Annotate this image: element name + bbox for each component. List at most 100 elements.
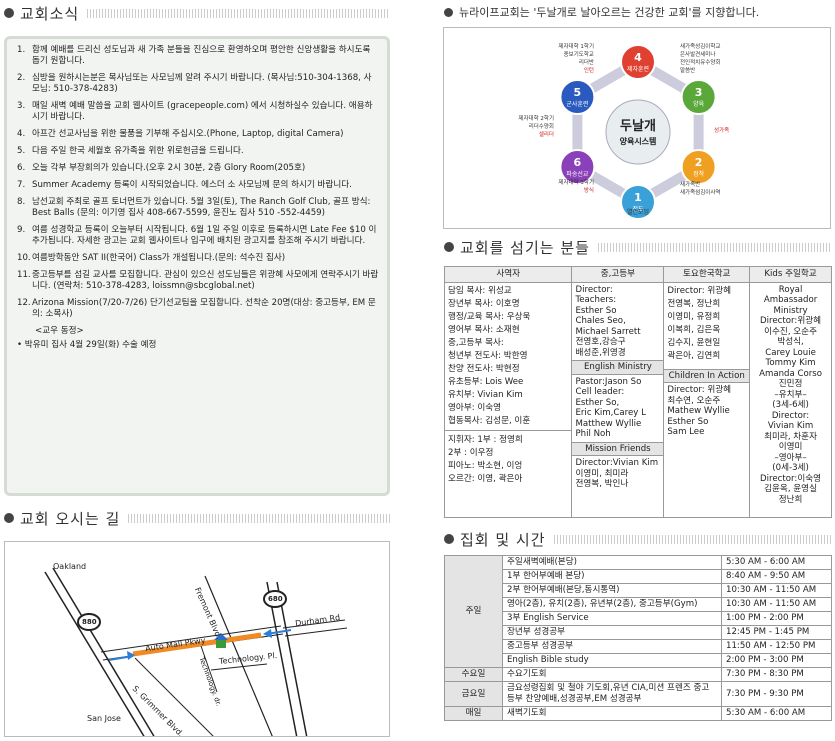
schedule-row: 3부 English Service 1:00 PM - 2:00 PM [445,611,832,626]
staff-header: 사역자 [443,266,573,283]
staff-line: Mathew Wyllie [667,406,730,416]
staff-line: Esther So, [575,397,620,408]
staff-header: 중,고등부 [571,266,665,283]
staff-line: Vivian Kim [767,421,814,431]
bullet-icon [4,8,14,18]
staff-line: 행정/교육 목사: 우상욱 [448,311,531,322]
node-name-4: 제자훈련 [627,65,649,73]
staff-line: 이영미, 최미라 [575,468,629,479]
schedule-time: 8:40 AM - 9:50 AM [721,569,832,584]
staff-line: Esther So [667,416,709,427]
schedule-row: English Bible study 2:00 PM - 3:00 PM [445,653,832,668]
staff-line: Director:위광혜 [760,316,822,326]
staff-line: 이영미 [778,442,803,452]
bullet-icon [444,534,454,544]
staff-line: 진민정 [778,379,803,389]
news-item: 6. 오늘 각부 부장회의가 있습니다.(오후 2시 30분, 2층 Glory … [17,163,379,174]
staff-line: (0세-3세) [772,463,809,473]
directions-heading: 교회 오시는 길 [4,507,390,529]
news-item-text: 다음 주일 한국 세월호 유가족을 위한 위로헌금을 드립니다. [32,146,244,156]
news-item-text: 아프간 선교사님을 위한 물품을 기부해 주십시오.(Phone, Laptop… [32,129,344,139]
news-item-number: 3. [17,101,26,111]
schedule-time: 11:50 AM - 12:50 PM [721,639,832,654]
note-left: 제자대학 2학기 [518,114,554,122]
schedule-time: 5:30 AM - 6:00 AM [721,555,832,570]
staff-line: Matthew Wyllie [575,418,642,429]
news-item: 4. 아프간 선교사님을 위한 물품을 기부해 주십시오.(Phone, Lapt… [17,129,379,140]
schedule-event: 중고등부 성경공부 [502,639,722,654]
map-label-san-jose: San Jose [87,714,121,723]
em-subheader: English Ministry [572,360,664,375]
news-item: 12. Arizona Mission(7/20-7/26) 단기선교팀을 모집합… [17,298,379,320]
schedule-row: 1부 한어부예배 본당) 8:40 AM - 9:50 AM [445,569,832,584]
staff-title: 교회를 섬기는 분들 [460,238,590,257]
schedule-day: 매일 [444,706,503,721]
schedule-event: 1부 한어부예배 본당) [502,569,722,584]
note-top-left: 제자대학 1학기 [558,42,594,50]
staff-line: 전영복, 박인나 [575,479,629,489]
node-name-3: 양육 [693,100,705,108]
bulletin-page: 교회소식 1. 함께 예배를 드리신 성도님과 새 가족 분들을 진심으로 환영하… [0,0,835,741]
staff-line: 2부 : 이우정 [448,447,494,458]
staff-heading: 교회를 섬기는 분들 [444,236,832,258]
schedule-title: 집회 및 시간 [460,530,546,549]
staff-line: 유초등부: Lois Wee [448,376,524,387]
note-top-left-red: 인턴 [584,67,594,74]
node-number-2: 2 [695,156,703,169]
news-item-number: 9. [17,225,26,235]
staff-line: Director:이숙영 [760,473,822,484]
schedule-event: 3부 English Service [502,611,722,626]
news-item-number: 5. [17,146,26,156]
note-top-left: 리더반 [579,58,594,66]
prayer-item: • 박유미 집사 4월 29일(화) 수술 예정 [17,340,157,350]
news-item: 7. Summer Academy 등록이 시작되었습니다. 에스더 소 사모님께… [17,180,379,191]
news-item-number: 7. [17,180,26,190]
schedule-event: 수요기도회 [502,667,722,682]
note-top-right: 말씀반 [680,66,695,74]
news-item-number: 2. [17,73,26,83]
news-item: 3. 매일 새벽 예배 말씀을 교회 웹사이트 (gracepeople.com)… [17,101,379,123]
note-bottom-right: 새가족섬김이사역 [680,188,720,196]
note-bottom: 열린모임 [627,208,649,216]
node-number-4: 4 [634,51,642,64]
news-list: 1. 함께 예배를 드리신 성도님과 새 가족 분들을 진심으로 환영하오며 평안… [17,45,379,320]
schedule-day: 금요일 [444,681,503,707]
news-item-number: 1. [17,45,26,55]
news-item: 8. 남선교회 주최로 골프 토너먼트가 있습니다. 5월 3일(토), The … [17,197,379,219]
staff-line: 곽은아, 김연희 [667,350,721,361]
staff-header: 토요한국학교 [663,266,751,283]
schedule-event: English Bible study [502,653,722,668]
staff-line: Carey Louie [765,347,816,358]
news-item-text: 매일 새벽 예배 말씀을 교회 웹사이트 (gracepeople.com) 에… [32,101,373,122]
schedule-row: 장년부 성경공부 12:45 PM - 1:45 PM [445,625,832,640]
staff-line: 정난희 [778,494,803,505]
ca-subheader: Children In Action [664,368,750,383]
staff-line: 이복희, 김은옥 [667,324,721,335]
staff-line: Sam Lee [667,427,705,437]
schedule-day: 수요일 [444,667,503,682]
note-top-right: 새가족성김이학교 [680,42,720,50]
schedule-row: 금요일 금요성령집회 및 철야 기도회,유년 CIA,미션 프렌즈 중고등부 찬양… [444,681,832,707]
heading-stripe [597,242,832,252]
staff-line: 장년부 목사: 이호명 [448,298,520,309]
schedule-event: 주일새벽예배(본당) [502,555,722,570]
news-item-number: 4. [17,129,26,139]
schedule-row: 매일 새벽기도회 5:30 AM - 6:00 AM [444,706,832,721]
note-top-left: 종보기도학교 [564,50,594,58]
staff-line: Pastor:Jason So [575,376,642,387]
center-title: 두날개 [620,119,656,134]
news-heading: 교회소식 [4,2,390,24]
prayer-title: <교우 동정> [35,326,84,336]
node-name-6: 파송선교 [566,170,589,178]
news-item-number: 6. [17,163,26,173]
note-bottom-left: 제자대학 3학기 [558,178,594,186]
staff-col-kids: Royal Ambassador Ministry Director:위광혜 이수진,… [749,281,832,518]
staff-line: Eric Kim,Carey L [575,408,646,418]
staff-line: 피아노: 박소현, 이엉 [448,460,523,471]
news-item-text: 중고등부를 섬길 교사를 모집합니다. 관심이 있으신 성도님들은 위광혜 사모… [32,270,379,291]
directions-map: Oakland San Jose Fremont Blvd. Auto Mall… [4,541,390,737]
mf-subheader: Mission Friends [572,441,664,456]
note-left: 리더수양회 [529,122,554,130]
bullet-icon [444,242,454,252]
center-subtitle: 양육시스템 [620,136,657,146]
